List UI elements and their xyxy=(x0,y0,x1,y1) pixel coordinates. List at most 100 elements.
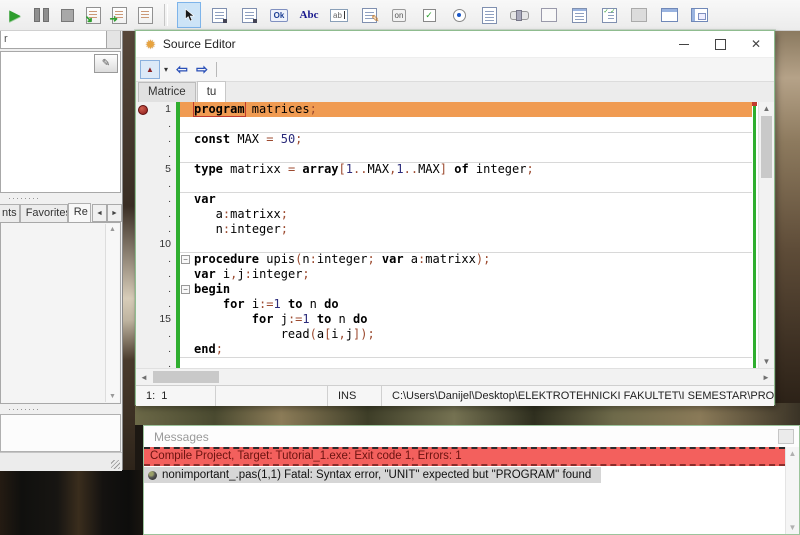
code-line[interactable]: .−begin xyxy=(136,282,752,297)
breakpoint-gutter[interactable] xyxy=(136,162,150,177)
bitbtn-component-icon[interactable] xyxy=(687,2,711,28)
tab-scroll-left-button[interactable]: ◄ xyxy=(92,204,107,222)
minimize-button[interactable] xyxy=(666,31,702,57)
combobox-component-icon[interactable] xyxy=(507,2,531,28)
goto-dropdown-button[interactable]: ▾ xyxy=(160,65,172,74)
inspector-lower-pane[interactable] xyxy=(0,414,121,452)
tab-scroll-right-button[interactable]: ► xyxy=(107,204,122,222)
filter-button[interactable]: ✎ xyxy=(94,54,118,73)
code-line[interactable]: . xyxy=(136,177,752,192)
navigate-back-button[interactable]: ⇦ xyxy=(172,61,192,78)
messages-list[interactable]: Compile Project, Target: Tutorial_1.exe:… xyxy=(144,447,785,534)
code-editor[interactable]: 1program matrices;..const MAX = 50;.5typ… xyxy=(136,102,774,368)
code-line[interactable]: .var xyxy=(136,192,752,207)
checklistbox-component-icon[interactable] xyxy=(597,2,621,28)
memo-component-icon[interactable]: ✎ xyxy=(357,2,381,28)
message-row-fatal[interactable]: nonimportant_.pas(1,1) Fatal: Syntax err… xyxy=(144,467,601,483)
breakpoint-gutter[interactable] xyxy=(136,222,150,237)
vertical-scrollbar[interactable]: ▲ ▼ xyxy=(758,102,774,368)
breakpoint-gutter[interactable] xyxy=(136,252,150,267)
edit-component-icon[interactable]: ab xyxy=(327,2,351,28)
breakpoint-gutter[interactable] xyxy=(136,327,150,342)
panel-component-icon[interactable] xyxy=(627,2,651,28)
code-line[interactable]: . for i:=1 to n do xyxy=(136,297,752,312)
label-component-icon[interactable]: Abc xyxy=(297,2,321,28)
scroll-left-icon[interactable]: ◄ xyxy=(136,369,152,385)
breakpoint-gutter[interactable] xyxy=(136,357,150,368)
scroll-down-icon[interactable]: ▼ xyxy=(106,393,119,400)
pause-button[interactable] xyxy=(29,3,53,27)
code-line[interactable]: 10 xyxy=(136,237,752,252)
code-line[interactable]: . a:matrixx; xyxy=(136,207,752,222)
panel-splitter[interactable]: ········ xyxy=(8,405,68,413)
radiobutton-component-icon[interactable] xyxy=(447,2,471,28)
combobox-dropdown-button[interactable] xyxy=(106,30,121,49)
breakpoint-gutter[interactable] xyxy=(136,342,150,357)
property-grid[interactable]: ▲ ▼ xyxy=(0,222,121,404)
step-over-button[interactable]: ➜ xyxy=(107,3,131,27)
breakpoint-gutter[interactable] xyxy=(136,207,150,222)
code-line[interactable]: . xyxy=(136,147,752,162)
togglebox-component-icon[interactable]: on xyxy=(387,2,411,28)
fold-marker-icon[interactable]: − xyxy=(181,285,190,294)
select-tool-icon[interactable] xyxy=(177,2,201,28)
messages-scrollbar[interactable]: ▲ ▼ xyxy=(785,447,799,534)
scroll-up-icon[interactable]: ▲ xyxy=(106,226,119,233)
code-line[interactable]: .var i,j:integer; xyxy=(136,267,752,282)
breakpoint-gutter[interactable] xyxy=(136,177,150,192)
code-line[interactable]: 15 for j:=1 to n do xyxy=(136,312,752,327)
step-out-button[interactable] xyxy=(133,3,157,27)
inspector-tab-re[interactable]: Re xyxy=(68,203,91,222)
button-component-icon[interactable]: Ok xyxy=(267,2,291,28)
property-grid-scrollbar[interactable]: ▲ ▼ xyxy=(105,224,119,402)
frame-component-icon[interactable] xyxy=(657,2,681,28)
inspector-tab-favorites[interactable]: Favorites xyxy=(20,204,68,222)
panel-splitter[interactable]: ········ xyxy=(8,194,68,202)
breakpoint-gutter[interactable] xyxy=(136,102,150,117)
inspector-tab-nts[interactable]: nts xyxy=(0,204,20,222)
breakpoint-gutter[interactable] xyxy=(136,117,150,132)
breakpoint-gutter[interactable] xyxy=(136,267,150,282)
groupbox-component-icon[interactable] xyxy=(537,2,561,28)
code-line[interactable]: . n:integer; xyxy=(136,222,752,237)
component-combobox[interactable]: r xyxy=(0,30,110,49)
code-line[interactable]: .−procedure upis(n:integer; var a:matrix… xyxy=(136,252,752,267)
scroll-right-icon[interactable]: ► xyxy=(758,369,774,385)
popupmenu-component-icon[interactable] xyxy=(237,2,261,28)
message-row-error-summary[interactable]: Compile Project, Target: Tutorial_1.exe:… xyxy=(144,447,785,466)
breakpoint-gutter[interactable] xyxy=(136,192,150,207)
scroll-down-icon[interactable]: ▼ xyxy=(759,357,774,366)
breakpoint-gutter[interactable] xyxy=(136,147,150,162)
scroll-down-icon[interactable]: ▼ xyxy=(786,523,799,532)
breakpoint-gutter[interactable] xyxy=(136,237,150,252)
messages-options-button[interactable] xyxy=(778,429,794,444)
close-button[interactable]: ✕ xyxy=(738,31,774,57)
messages-header[interactable]: Messages xyxy=(144,426,799,447)
maximize-button[interactable] xyxy=(702,31,738,57)
breakpoint-gutter[interactable] xyxy=(136,312,150,327)
listview-component-icon[interactable] xyxy=(567,2,591,28)
scroll-up-icon[interactable]: ▲ xyxy=(786,449,799,458)
breakpoint-gutter[interactable] xyxy=(136,297,150,312)
navigate-forward-button[interactable]: ⇨ xyxy=(192,61,212,78)
code-line[interactable]: .const MAX = 50; xyxy=(136,132,752,147)
code-line[interactable]: . read(a[i,j]); xyxy=(136,327,752,342)
stop-button[interactable] xyxy=(55,3,79,27)
resize-grip-icon[interactable] xyxy=(111,460,120,469)
step-into-button[interactable]: ➜ xyxy=(81,3,105,27)
editor-tab-tu[interactable]: tu xyxy=(197,81,227,102)
code-area[interactable]: 1program matrices;..const MAX = 50;.5typ… xyxy=(136,102,752,368)
breakpoint-gutter[interactable] xyxy=(136,132,150,147)
listbox-component-icon[interactable] xyxy=(477,2,501,28)
checkbox-component-icon[interactable]: ✓ xyxy=(417,2,441,28)
scrollbar-thumb[interactable] xyxy=(153,371,219,383)
horizontal-scrollbar[interactable]: ◄ ► xyxy=(136,368,774,385)
breakpoint-gutter[interactable] xyxy=(136,282,150,297)
code-line[interactable]: .end; xyxy=(136,342,752,357)
titlebar[interactable]: ✹ Source Editor ✕ xyxy=(136,31,774,58)
inspector-list[interactable]: ✎ xyxy=(0,51,121,193)
mainmenu-component-icon[interactable] xyxy=(207,2,231,28)
editor-tab-matrice[interactable]: Matrice xyxy=(138,82,196,102)
fold-marker-icon[interactable]: − xyxy=(181,255,190,264)
code-line[interactable]: 5type matrixx = array[1..MAX,1..MAX] of … xyxy=(136,162,752,177)
